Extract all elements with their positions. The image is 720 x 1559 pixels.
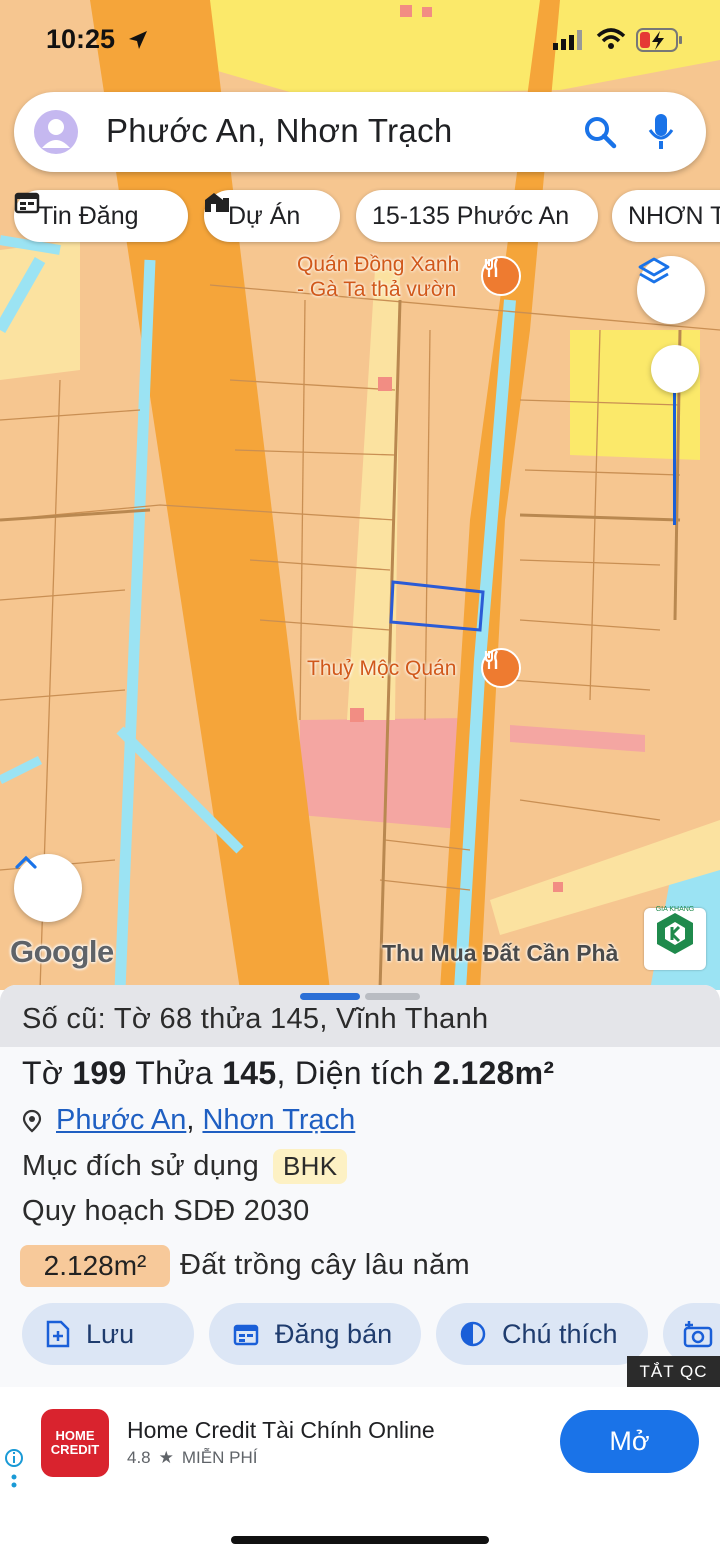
ad-meta: 4.8 ★ MIỄN PHÍ xyxy=(127,1448,258,1467)
gia-khang-logo: GIA KHANG xyxy=(644,906,706,970)
chip-address[interactable]: 15-135 Phước An xyxy=(356,190,598,242)
district-link[interactable]: Nhơn Trạch xyxy=(202,1104,355,1137)
plan-description: Đất trồng cây lâu năm xyxy=(180,1249,470,1281)
chip-district[interactable]: NHƠN T xyxy=(612,190,720,242)
poi-label-thuy-moc-quan[interactable]: Thuỷ Mộc Quán xyxy=(307,656,456,681)
ad-info-icon[interactable] xyxy=(3,1447,25,1494)
calendar-icon xyxy=(233,1322,259,1346)
old-parcel-text: Số cũ: Tờ 68 thửa 145, Vĩnh Thanh xyxy=(22,1003,489,1035)
add-camera-icon xyxy=(683,1320,715,1348)
land-use-label: Mục đích sử dụng xyxy=(22,1150,259,1182)
legend-button[interactable]: Chú thích xyxy=(436,1303,648,1365)
add-file-icon xyxy=(46,1320,70,1348)
avatar[interactable] xyxy=(34,110,78,154)
open-app-button[interactable]: Mở xyxy=(560,1410,699,1473)
chip-label: NHƠN T xyxy=(628,201,720,230)
contrast-icon xyxy=(460,1321,486,1347)
save-button[interactable]: Lưu xyxy=(22,1303,194,1365)
star-icon: ★ xyxy=(158,1448,174,1467)
map-canvas[interactable]: 10:25 Phước An, Nhơn Trạch Tin Đăng Dự Á… xyxy=(0,0,720,990)
search-bar[interactable]: Phước An, Nhơn Trạch xyxy=(14,92,706,172)
restaurant-pin-icon[interactable] xyxy=(481,256,521,296)
chevron-up-icon xyxy=(15,855,37,869)
ad-banner[interactable]: HOME CREDIT Home Credit Tài Chính Online … xyxy=(0,1387,720,1499)
chip-label: 15-135 Phước An xyxy=(372,201,570,230)
ad-title: Home Credit Tài Chính Online xyxy=(127,1417,435,1443)
chip-label: Tin Đăng xyxy=(38,201,139,230)
close-ad-button[interactable]: TẮT QC xyxy=(627,1356,720,1388)
land-use-row: Mục đích sử dụng BHK xyxy=(22,1149,348,1184)
parcel-address: Phước An , Nhơn Trạch xyxy=(22,1104,355,1137)
search-input[interactable]: Phước An, Nhơn Trạch xyxy=(106,112,453,150)
sheet-page-indicator-active[interactable] xyxy=(300,993,360,1000)
opacity-slider-thumb[interactable] xyxy=(651,345,699,393)
status-time: 10:25 xyxy=(46,24,116,54)
parcel-title: Tờ 199 Thửa 145, Diện tích 2.128m² xyxy=(22,1055,555,1091)
plan-label: Quy hoạch SDĐ 2030 xyxy=(22,1195,310,1227)
commune-link[interactable]: Phước An xyxy=(56,1104,186,1137)
chip-tin-dang[interactable]: Tin Đăng xyxy=(14,190,188,242)
post-for-sale-button[interactable]: Đăng bán xyxy=(209,1303,421,1365)
sheet-page-indicator[interactable] xyxy=(365,993,420,1000)
location-pin-icon xyxy=(22,1109,42,1133)
chip-label: Dự Án xyxy=(228,201,301,230)
watermark-text: Thu Mua Đất Cần Phà xyxy=(382,940,619,966)
chip-du-an[interactable]: Dự Án xyxy=(204,190,340,242)
google-logo: Google xyxy=(10,934,114,969)
land-use-code-badge: BHK xyxy=(273,1149,348,1184)
opacity-slider-track[interactable] xyxy=(673,370,676,525)
home-credit-logo: HOME CREDIT xyxy=(41,1409,109,1477)
parcel-info-sheet[interactable]: Số cũ: Tờ 68 thửa 145, Vĩnh Thanh Tờ 199… xyxy=(0,985,720,1387)
plan-area-badge: 2.128m² xyxy=(20,1245,170,1287)
home-indicator[interactable] xyxy=(231,1536,489,1544)
layers-icon xyxy=(638,257,670,284)
poi-label-quan-dong-xanh[interactable]: Quán Đồng Xanh - Gà Ta thả vườn xyxy=(297,252,487,302)
restaurant-pin-icon[interactable] xyxy=(481,648,521,688)
expand-up-button[interactable] xyxy=(14,854,82,922)
layers-button[interactable] xyxy=(637,256,705,324)
